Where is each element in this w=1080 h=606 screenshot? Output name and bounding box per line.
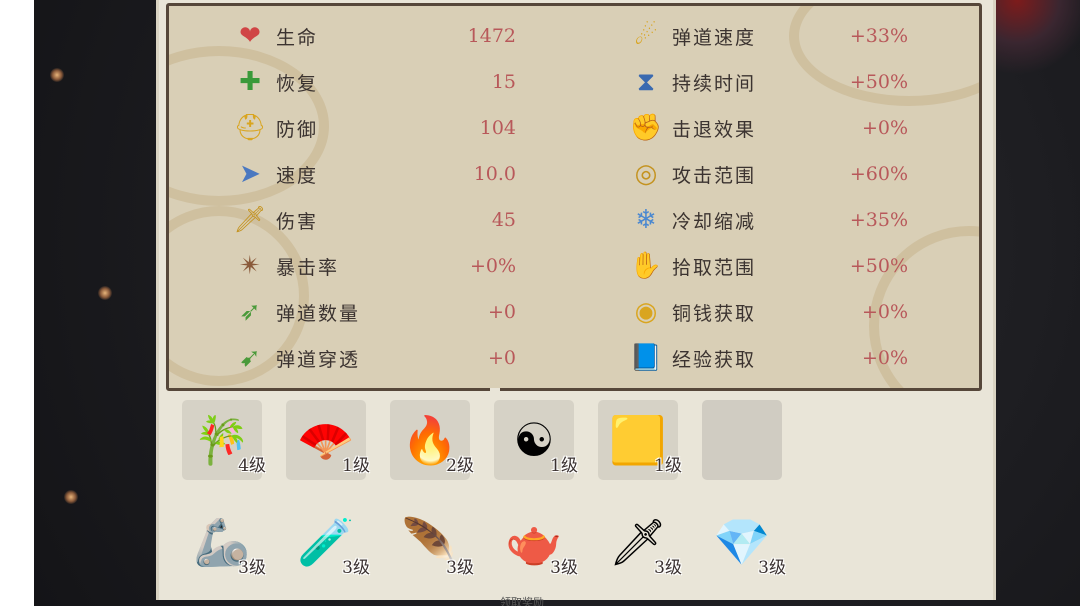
stat-row: ➶ 弹道数量 +0 <box>232 292 516 332</box>
empty-slot-icon <box>702 400 782 480</box>
stat-label: 弹道穿透 <box>276 348 361 371</box>
stat-value: +50% <box>849 255 908 277</box>
stat-value: 10.0 <box>473 163 516 185</box>
stat-row: ➤ 速度 10.0 <box>232 154 516 194</box>
level-badge: 3级 <box>342 558 370 578</box>
sword-icon: 🗡 <box>233 205 267 235</box>
stat-row: ◎ 攻击范围 +60% <box>628 154 908 194</box>
heart-icon: ❤ <box>239 21 261 51</box>
shuriken-icon: ✴ <box>239 251 261 281</box>
ember-particle <box>98 286 112 300</box>
stat-row: 🗡 伤害 45 <box>232 200 516 240</box>
stat-value: 15 <box>491 71 516 93</box>
stat-row: ✴ 暴击率 +0% <box>232 246 516 286</box>
stat-row: ☄ 弹道速度 +33% <box>628 16 908 56</box>
stat-label: 冷却缩减 <box>672 210 757 233</box>
stat-value: +0% <box>861 117 908 139</box>
ember-particle <box>50 68 64 82</box>
stat-label: 弹道数量 <box>276 302 361 325</box>
stat-label: 攻击范围 <box>672 164 757 187</box>
stat-value: +0 <box>487 301 516 323</box>
stats-divider <box>490 388 500 394</box>
stat-row: 📘 经验获取 +0% <box>628 338 908 378</box>
ember-particle <box>64 490 78 504</box>
stat-row: ✚ 恢复 15 <box>232 62 516 102</box>
fist-icon: ✊ <box>629 113 663 143</box>
item-slot[interactable]: 🗡 3级 <box>598 502 682 582</box>
stat-label: 暴击率 <box>276 256 340 279</box>
stat-row: ➹ 弹道穿透 +0 <box>232 338 516 378</box>
level-badge: 3级 <box>654 558 682 578</box>
stat-label: 击退效果 <box>672 118 757 141</box>
level-badge: 4级 <box>238 456 266 476</box>
stat-label: 恢复 <box>276 72 319 95</box>
target-icon: ◎ <box>634 159 658 189</box>
stat-value: +0% <box>861 301 908 323</box>
item-slot[interactable]: 🫖 3级 <box>494 502 578 582</box>
stat-value: +35% <box>849 209 908 231</box>
item-slot[interactable]: 🟨 1级 <box>598 400 682 480</box>
magnet-hand-icon: ✋ <box>629 251 663 281</box>
comet-icon: ☄ <box>634 21 658 51</box>
plus-cross-icon: ✚ <box>239 67 261 97</box>
stat-label: 速度 <box>276 164 319 187</box>
stat-value: 45 <box>491 209 516 231</box>
item-slot[interactable]: 🧪 3级 <box>286 502 370 582</box>
level-badge: 3级 <box>550 558 578 578</box>
item-slot[interactable]: 🦾 3级 <box>182 502 266 582</box>
snowflake-icon: ❄ <box>635 205 657 235</box>
wind-icon: ➤ <box>239 159 261 189</box>
stat-row: ❤ 生命 1472 <box>232 16 516 56</box>
stat-value: +0 <box>487 347 516 369</box>
level-badge: 1级 <box>654 456 682 476</box>
stat-row: ✊ 击退效果 +0% <box>628 108 908 148</box>
stat-value: +60% <box>849 163 908 185</box>
stat-label: 拾取范围 <box>672 256 757 279</box>
bottom-button-label[interactable]: 领取奖励 <box>500 594 650 606</box>
item-slot[interactable]: 🔥 2级 <box>390 400 474 480</box>
item-slot[interactable]: 💎 3级 <box>702 502 786 582</box>
item-slot[interactable]: 🪭 1级 <box>286 400 370 480</box>
stat-row: ✋ 拾取范围 +50% <box>628 246 908 286</box>
coins-icon: ◉ <box>634 297 658 327</box>
stat-label: 持续时间 <box>672 72 757 95</box>
stat-label: 伤害 <box>276 210 319 233</box>
stat-label: 防御 <box>276 118 319 141</box>
empty-slot[interactable] <box>702 400 782 480</box>
pierce-icon: ➹ <box>239 343 261 373</box>
stat-row: ❄ 冷却缩减 +35% <box>628 200 908 240</box>
stat-value: +0% <box>469 255 516 277</box>
stat-row: ⛑ 防御 104 <box>232 108 516 148</box>
stat-value: 104 <box>479 117 516 139</box>
level-badge: 1级 <box>550 456 578 476</box>
stat-label: 生命 <box>276 26 319 49</box>
stat-row: ⧗ 持续时间 +50% <box>628 62 908 102</box>
stat-value: +33% <box>849 25 908 47</box>
stat-value: +0% <box>861 347 908 369</box>
stat-label: 弹道速度 <box>672 26 757 49</box>
stat-row: ◉ 铜钱获取 +0% <box>628 292 908 332</box>
item-slot[interactable]: 🪶 3级 <box>390 502 474 582</box>
level-badge: 1级 <box>342 456 370 476</box>
book-icon: 📘 <box>629 343 663 373</box>
level-badge: 3级 <box>446 558 474 578</box>
stat-label: 经验获取 <box>672 348 757 371</box>
stat-value: +50% <box>849 71 908 93</box>
level-badge: 3级 <box>758 558 786 578</box>
level-badge: 3级 <box>238 558 266 578</box>
item-slot[interactable]: ☯ 1级 <box>494 400 578 480</box>
item-slot[interactable]: 🎋 4级 <box>182 400 266 480</box>
helmet-icon: ⛑ <box>233 113 267 143</box>
stat-value: 1472 <box>467 25 516 47</box>
stat-label: 铜钱获取 <box>672 302 757 325</box>
hourglass-icon: ⧗ <box>636 67 656 97</box>
corner-decoration <box>990 0 1080 86</box>
arrows-icon: ➶ <box>239 297 261 327</box>
level-badge: 2级 <box>446 456 474 476</box>
